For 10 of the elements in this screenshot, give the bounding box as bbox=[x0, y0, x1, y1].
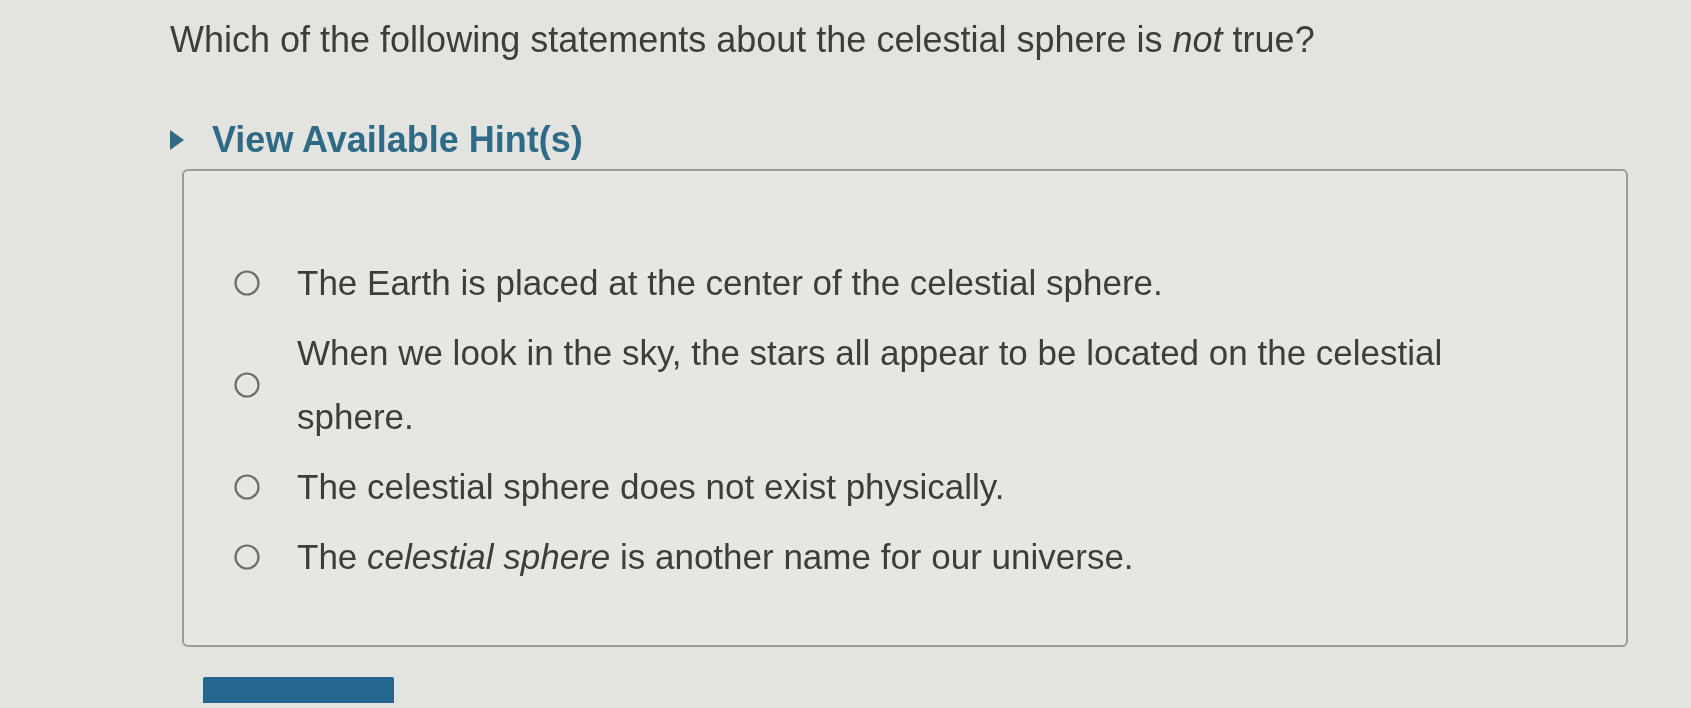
radio-button[interactable] bbox=[234, 474, 260, 500]
radio-button[interactable] bbox=[234, 372, 260, 398]
view-hints-toggle[interactable]: View Available Hint(s) bbox=[170, 120, 583, 160]
radio-button[interactable] bbox=[234, 544, 260, 570]
radio-button[interactable] bbox=[234, 270, 260, 296]
question-text: Which of the following statements about the celestial sphere is not true? bbox=[170, 20, 1315, 60]
option-label[interactable]: The celestial sphere is another name for our universe. bbox=[297, 525, 1134, 589]
option-label[interactable]: When we look in the sky, the stars all appear to be located on the celestial sphere. bbox=[297, 321, 1497, 449]
option-label[interactable]: The celestial sphere does not exist physically. bbox=[297, 455, 1005, 519]
option-label[interactable]: The Earth is placed at the center of the celestial sphere. bbox=[297, 251, 1163, 315]
